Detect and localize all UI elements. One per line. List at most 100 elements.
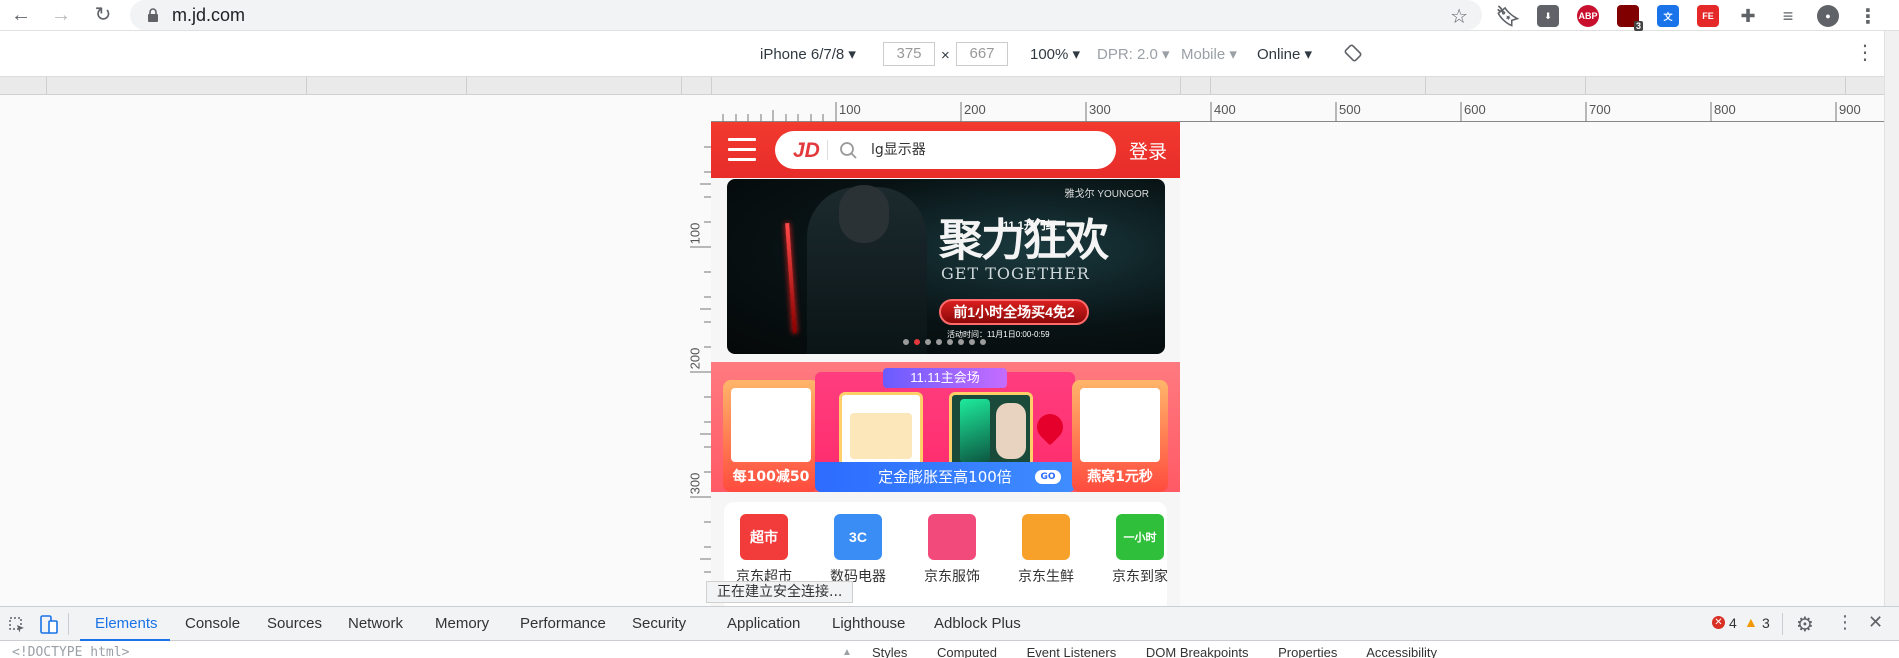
browser-toolbar: ← → ↻ m.jd.com ☆ 🔖︎ ⬇ ABP 3 文 FE ✚ ≡ ● ⋮	[0, 0, 1899, 31]
carousel-dot[interactable]	[936, 339, 942, 345]
warning-count[interactable]: 3	[1762, 615, 1770, 631]
address-bar[interactable]: m.jd.com ☆	[130, 0, 1482, 30]
profile-avatar-icon[interactable]: ●	[1817, 5, 1839, 27]
chrome-menu-icon[interactable]: ⋮	[1857, 5, 1879, 28]
dom-tree-line[interactable]: <!DOCTYPE html>	[12, 645, 129, 658]
tab-properties[interactable]: Properties	[1278, 645, 1337, 658]
promo-product-image	[1080, 388, 1160, 462]
category-home-delivery[interactable]: 一小时 京东到家	[1100, 514, 1180, 586]
ruler-label: 500	[1339, 102, 1361, 117]
tab-security[interactable]: Security	[632, 615, 686, 632]
settings-gear-icon[interactable]: ⚙	[1796, 612, 1814, 637]
ruler-label: 200	[687, 347, 703, 370]
supermarket-cart-icon: 超市	[740, 514, 788, 560]
tab-memory[interactable]: Memory	[435, 615, 489, 632]
tab-computed[interactable]: Computed	[937, 645, 997, 658]
page-scrollbar[interactable]	[1884, 31, 1899, 606]
banner-title: 聚力狂欢	[939, 215, 1109, 266]
tab-styles[interactable]: Styles	[872, 645, 907, 658]
panel-scroll-up-icon[interactable]: ▲	[842, 647, 852, 658]
devtools-more-icon[interactable]: ⋮	[1836, 612, 1854, 633]
inspect-element-icon[interactable]	[8, 616, 26, 634]
translate-icon[interactable]: 文	[1657, 5, 1679, 27]
tab-lighthouse[interactable]: Lighthouse	[832, 615, 905, 632]
ruler-label: 300	[687, 472, 703, 495]
login-link[interactable]: 登录	[1129, 137, 1167, 164]
tab-event-listeners[interactable]: Event Listeners	[1027, 645, 1117, 658]
jd-search-box[interactable]: JD	[775, 131, 1116, 169]
back-icon[interactable]: ←	[10, 4, 32, 26]
tshirt-icon	[928, 514, 976, 560]
menu-icon[interactable]	[728, 138, 756, 162]
carousel-dot[interactable]	[980, 339, 986, 345]
carousel-dot[interactable]	[914, 339, 920, 345]
reload-icon[interactable]: ↻	[92, 4, 114, 26]
tab-elements[interactable]: Elements	[95, 615, 158, 632]
tab-adblock-plus[interactable]: Adblock Plus	[934, 615, 1021, 632]
device-width-input[interactable]: 375	[883, 42, 935, 66]
banner-torch	[785, 222, 797, 334]
adblock-plus-icon[interactable]: ABP	[1577, 5, 1599, 27]
device-viewport: JD 登录 11.1开门红 聚力狂欢 GET TOGETHER 雅戈尔 YOUN…	[711, 122, 1180, 608]
tab-performance[interactable]: Performance	[520, 615, 606, 632]
ublock-icon[interactable]: 3	[1617, 5, 1643, 31]
promo-main-venue[interactable]: 11.11主会场 定金膨胀至高100倍 GO	[815, 368, 1075, 492]
device-select[interactable]: iPhone 6/7/8 ▾	[760, 45, 856, 63]
extensions-puzzle-icon[interactable]: ✚	[1737, 5, 1759, 27]
tab-accessibility[interactable]: Accessibility	[1366, 645, 1437, 658]
tab-application[interactable]: Application	[727, 615, 800, 632]
dpr-select[interactable]: DPR: 2.0 ▾	[1097, 45, 1170, 63]
ruler-label: 200	[964, 102, 986, 117]
promo-product-image	[839, 392, 923, 468]
tab-dom-breakpoints[interactable]: DOM Breakpoints	[1146, 645, 1249, 658]
promo-card-right[interactable]: 燕窝1元秒	[1072, 380, 1168, 492]
jd-logo[interactable]: JD	[793, 139, 820, 163]
fe-extension-icon[interactable]: FE	[1697, 5, 1719, 27]
banner-offer: 前1小时全场买4免2	[939, 299, 1089, 325]
promo-caption: 每100减50	[732, 469, 810, 485]
device-height-input[interactable]: 667	[956, 42, 1008, 66]
lock-icon	[148, 8, 158, 22]
mobile-select[interactable]: Mobile ▾	[1181, 45, 1237, 63]
close-icon[interactable]: ✕	[1868, 612, 1883, 633]
network-throttle-select[interactable]: Online ▾	[1257, 45, 1312, 63]
forward-icon[interactable]: →	[50, 4, 72, 26]
carousel-dot[interactable]	[958, 339, 964, 345]
device-toolbar-more-icon[interactable]: ⋮	[1855, 40, 1875, 65]
media-list-icon[interactable]: ≡	[1777, 5, 1799, 27]
ruler-label: 900	[1839, 102, 1861, 117]
media-query-bar[interactable]	[0, 77, 1899, 95]
one-hour-delivery-icon: 一小时	[1116, 514, 1164, 560]
category-fashion[interactable]: 京东服饰	[912, 514, 992, 586]
ruler-label: 700	[1589, 102, 1611, 117]
ruler-label: 100	[687, 222, 703, 245]
hero-banner[interactable]: 11.1开门红 聚力狂欢 GET TOGETHER 雅戈尔 YOUNGOR 前1…	[727, 179, 1165, 354]
category-fresh[interactable]: 京东生鲜	[1006, 514, 1086, 586]
category-label: 京东服饰	[924, 569, 980, 585]
bookmark-icon[interactable]: 🔖︎	[1495, 5, 1520, 28]
category-supermarket[interactable]: 超市 京东超市	[724, 514, 804, 586]
search-input[interactable]	[871, 139, 1091, 161]
carousel-dot[interactable]	[903, 339, 909, 345]
bookmark-star-icon[interactable]: ☆	[1450, 4, 1468, 29]
device-toggle-icon[interactable]	[40, 615, 58, 635]
ruler-label: 100	[839, 102, 861, 117]
carousel-dot[interactable]	[925, 339, 931, 345]
tab-network[interactable]: Network	[348, 615, 403, 632]
tab-sources[interactable]: Sources	[267, 615, 322, 632]
device-toolbar: iPhone 6/7/8 ▾ 375 × 667 100% ▾ DPR: 2.0…	[0, 31, 1899, 77]
download-icon[interactable]: ⬇	[1537, 5, 1559, 27]
rotate-icon[interactable]	[1344, 44, 1362, 62]
carousel-dot[interactable]	[969, 339, 975, 345]
go-badge: GO	[1035, 470, 1061, 484]
deposit-banner[interactable]: 定金膨胀至高100倍 GO	[815, 462, 1075, 492]
carousel-dot[interactable]	[947, 339, 953, 345]
promo-section: 每100减50 11.11主会场 定金膨胀至高100倍 GO 燕窝1元秒	[711, 362, 1180, 492]
tab-console[interactable]: Console	[185, 615, 240, 632]
promo-card-left[interactable]: 每100减50	[723, 380, 819, 492]
category-digital[interactable]: 3C 数码电器	[818, 514, 898, 586]
main-venue-tag: 11.11主会场	[883, 368, 1007, 388]
zoom-select[interactable]: 100% ▾	[1030, 45, 1080, 63]
carousel-dots[interactable]	[903, 339, 986, 345]
error-count[interactable]: 4	[1729, 615, 1737, 631]
